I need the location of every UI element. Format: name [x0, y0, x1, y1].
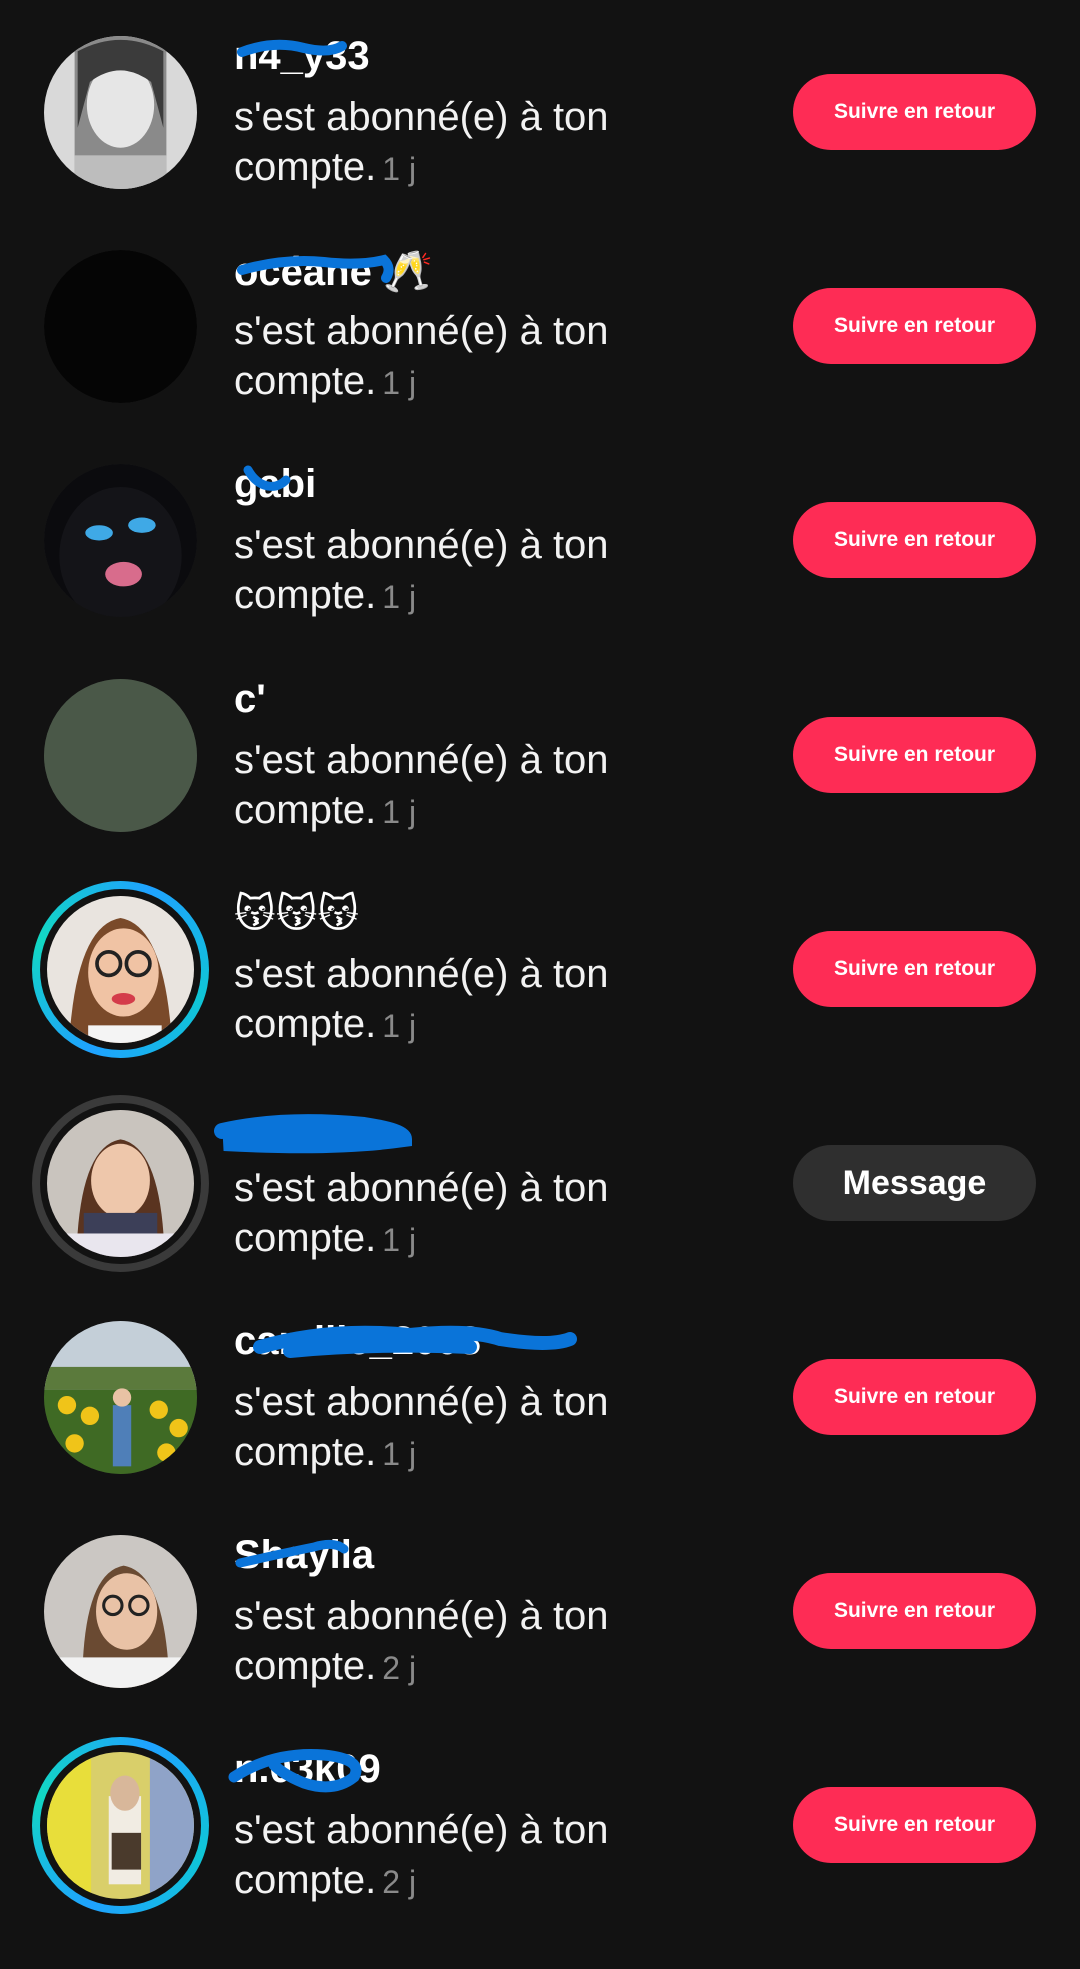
- avatar-photo: [47, 1110, 194, 1257]
- action-text: s'est abonné(e) à ton compte.: [234, 309, 609, 403]
- avatar[interactable]: [44, 1321, 197, 1474]
- action-text: s'est abonné(e) à ton compte.: [234, 952, 609, 1046]
- notification-text: s'est abonné(e) à ton compte. 1 j: [234, 520, 634, 622]
- timestamp: 1 j: [382, 1222, 417, 1258]
- avatar[interactable]: [44, 679, 197, 832]
- timestamp: 2 j: [382, 1650, 417, 1686]
- notification-row[interactable]: 😽😽😽 s'est abonné(e) à ton compte. 1 j Sui…: [0, 857, 1080, 1071]
- timestamp: 1 j: [382, 1008, 417, 1044]
- action-text: s'est abonné(e) à ton compte.: [234, 1380, 609, 1474]
- follow-back-button[interactable]: Suivre en retour: [793, 288, 1036, 364]
- action-text: s'est abonné(e) à ton compte.: [234, 523, 609, 617]
- notification-row[interactable]: camille_2008 s'est abonné(e) à ton compt…: [0, 1285, 1080, 1499]
- notification-row[interactable]: n.03k09 s'est abonné(e) à ton compte. 2 j…: [0, 1713, 1080, 1927]
- avatar-photo: [44, 679, 197, 832]
- username[interactable]: n.03k09: [234, 1747, 381, 1792]
- action-text: s'est abonné(e) à ton compte.: [234, 1594, 609, 1688]
- notification-text: s'est abonné(e) à ton compte. 1 j: [234, 1163, 634, 1265]
- action-text: s'est abonné(e) à ton compte.: [234, 95, 609, 189]
- redaction-scribble: [214, 1114, 413, 1154]
- follow-back-button[interactable]: Suivre en retour: [793, 1787, 1036, 1863]
- avatar[interactable]: [32, 881, 209, 1058]
- notification-row[interactable]: Shaylla s'est abonné(e) à ton compte. 2 j…: [0, 1499, 1080, 1713]
- notification-row[interactable]: n4_y33 s'est abonné(e) à ton compte. 1 j …: [0, 0, 1080, 214]
- notification-text: s'est abonné(e) à ton compte. 1 j: [234, 92, 634, 194]
- action-text: s'est abonné(e) à ton compte.: [234, 1808, 609, 1902]
- notification-list: n4_y33 s'est abonné(e) à ton compte. 1 j …: [0, 0, 1080, 1969]
- avatar-photo: [44, 36, 197, 189]
- avatar[interactable]: [44, 250, 197, 403]
- follow-back-button[interactable]: Suivre en retour: [793, 502, 1036, 578]
- avatar-photo: [44, 1535, 197, 1688]
- username[interactable]: c': [234, 677, 266, 722]
- notification-text: s'est abonné(e) à ton compte. 1 j: [234, 949, 634, 1051]
- notification-row[interactable]: gabi s'est abonné(e) à ton compte. 1 j Su…: [0, 428, 1080, 642]
- champagne-emoji-icon: 🥂: [382, 250, 433, 294]
- notification-text: s'est abonné(e) à ton compte. 2 j: [234, 1805, 634, 1907]
- username[interactable]: gabi: [234, 462, 316, 507]
- notification-text: s'est abonné(e) à ton compte. 1 j: [234, 306, 634, 408]
- follow-back-button[interactable]: Suivre en retour: [793, 74, 1036, 150]
- follow-back-button[interactable]: Suivre en retour: [793, 1573, 1036, 1649]
- avatar-photo: [44, 1321, 197, 1474]
- avatar[interactable]: [44, 1535, 197, 1688]
- avatar[interactable]: [44, 36, 197, 189]
- notification-text: s'est abonné(e) à ton compte. 2 j: [234, 1591, 634, 1693]
- username[interactable]: Shaylla: [234, 1533, 374, 1578]
- action-text: s'est abonné(e) à ton compte.: [234, 1166, 609, 1260]
- timestamp: 1 j: [382, 151, 417, 187]
- avatar-photo: [47, 896, 194, 1043]
- timestamp: 2 j: [382, 1864, 417, 1900]
- username[interactable]: n4_y33: [234, 34, 370, 79]
- timestamp: 1 j: [382, 365, 417, 401]
- timestamp: 1 j: [382, 794, 417, 830]
- avatar-photo: [44, 250, 197, 403]
- notification-row[interactable]: s'est abonné(e) à ton compte. 1 j Message: [0, 1071, 1080, 1285]
- notification-row[interactable]: océane 🥂 s'est abonné(e) à ton compte. 1 …: [0, 214, 1080, 428]
- follow-back-button[interactable]: Suivre en retour: [793, 717, 1036, 793]
- username[interactable]: 😽😽😽: [234, 891, 359, 937]
- notification-row[interactable]: c' s'est abonné(e) à ton compte. 1 j Suiv…: [0, 643, 1080, 857]
- message-button[interactable]: Message: [793, 1145, 1036, 1221]
- timestamp: 1 j: [382, 579, 417, 615]
- timestamp: 1 j: [382, 1436, 417, 1472]
- avatar-photo: [47, 1752, 194, 1899]
- avatar[interactable]: [32, 1737, 209, 1914]
- follow-back-button[interactable]: Suivre en retour: [793, 931, 1036, 1007]
- notification-text: s'est abonné(e) à ton compte. 1 j: [234, 735, 634, 837]
- action-text: s'est abonné(e) à ton compte.: [234, 738, 609, 832]
- follow-back-button[interactable]: Suivre en retour: [793, 1359, 1036, 1435]
- username[interactable]: océane 🥂: [234, 248, 433, 295]
- username[interactable]: camille_2008: [234, 1319, 481, 1364]
- notification-text: s'est abonné(e) à ton compte. 1 j: [234, 1377, 634, 1479]
- avatar[interactable]: [44, 464, 197, 617]
- avatar[interactable]: [32, 1095, 209, 1272]
- avatar-photo: [44, 464, 197, 617]
